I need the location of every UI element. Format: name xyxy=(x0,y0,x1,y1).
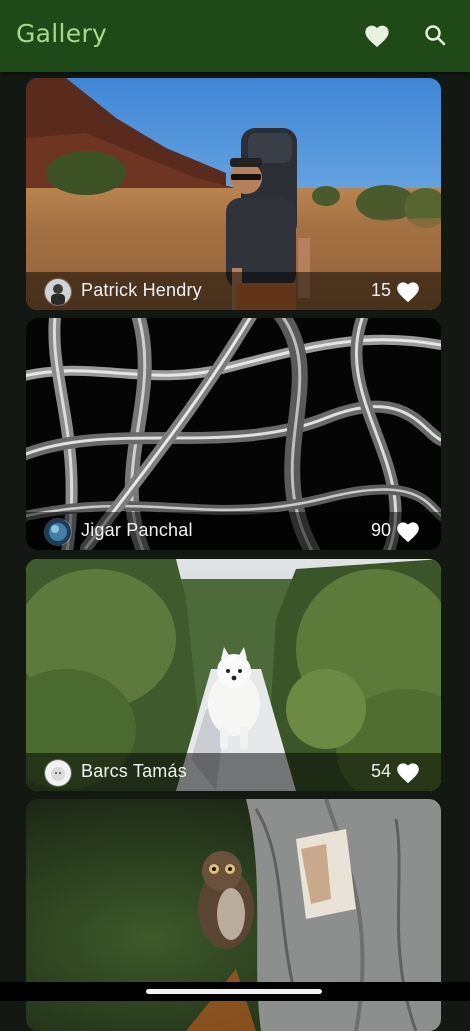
search-icon xyxy=(425,25,446,46)
like-count: 90 xyxy=(370,520,391,540)
photo-card[interactable]: Jigar Panchal 90 xyxy=(26,318,441,550)
like-button[interactable] xyxy=(395,518,421,544)
photo-card[interactable]: Patrick Hendry 15 xyxy=(26,78,441,310)
author-avatar[interactable] xyxy=(44,278,72,306)
like-count: 54 xyxy=(370,761,391,781)
heart-icon xyxy=(397,282,419,303)
like-button[interactable] xyxy=(395,759,421,785)
app-title: Gallery xyxy=(16,19,108,48)
author-name[interactable]: Barcs Tamás xyxy=(81,761,187,782)
like-count: 15 xyxy=(370,280,391,300)
app-bar: Gallery xyxy=(0,0,470,72)
photo-card[interactable]: Barcs Tamás 54 xyxy=(26,559,441,791)
author-name[interactable]: Jigar Panchal xyxy=(81,520,193,541)
favorites-button[interactable] xyxy=(360,18,394,52)
like-button[interactable] xyxy=(395,278,421,304)
home-indicator[interactable] xyxy=(146,989,322,994)
photo-footer: Barcs Tamás 54 xyxy=(26,753,441,791)
author-avatar[interactable] xyxy=(44,759,72,787)
author-name[interactable]: Patrick Hendry xyxy=(81,280,202,301)
heart-icon xyxy=(365,25,389,48)
photo-footer: Patrick Hendry 15 xyxy=(26,272,441,310)
heart-icon xyxy=(397,522,419,543)
photo-footer: Jigar Panchal 90 xyxy=(26,512,441,550)
search-button[interactable] xyxy=(418,18,452,52)
heart-icon xyxy=(397,763,419,784)
author-avatar[interactable] xyxy=(44,518,72,546)
system-navigation-bar xyxy=(0,982,470,1001)
